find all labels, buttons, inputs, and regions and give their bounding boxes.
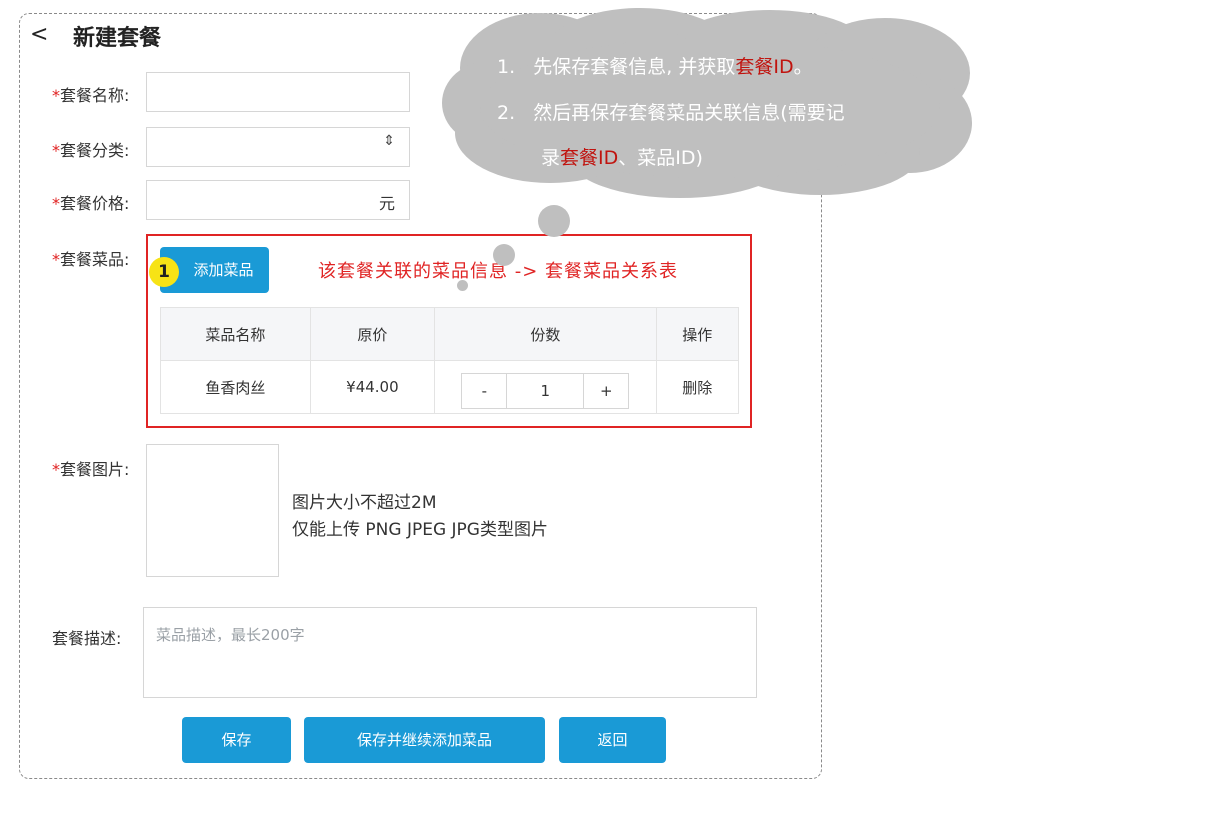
description-label: 套餐描述:: [52, 629, 122, 648]
dishes-label: *套餐菜品:: [52, 250, 130, 269]
col-action: 操作: [655, 307, 740, 361]
delete-link[interactable]: 删除: [682, 379, 712, 397]
callout-line-3: 录套餐ID、菜品ID): [541, 147, 703, 169]
page-title: 新建套餐: [73, 26, 162, 51]
thought-dot-medium: [493, 244, 515, 266]
category-select[interactable]: ⇕: [146, 127, 410, 167]
callout-line-1: 1. 先保存套餐信息, 并获取套餐ID。: [497, 56, 813, 78]
dish-name-cell: 鱼香肉丝: [160, 360, 311, 414]
action-cell: 删除: [655, 360, 740, 414]
required-mark: *: [52, 141, 60, 160]
dish-price-cell: ¥44.00: [309, 360, 436, 414]
image-hint-size: 图片大小不超过2M: [292, 493, 437, 513]
required-mark: *: [52, 460, 60, 479]
step-badge: 1: [149, 257, 179, 287]
price-input[interactable]: 元: [146, 180, 410, 220]
select-arrows-icon: ⇕: [383, 133, 395, 149]
quantity-stepper: - 1 +: [461, 373, 630, 409]
description-placeholder: 菜品描述，最长200字: [156, 626, 305, 644]
thought-dot-large: [538, 205, 570, 237]
dishes-table: 菜品名称 原价 份数 操作 鱼香肉丝 ¥44.00 - 1 + 删除: [160, 307, 740, 414]
return-button[interactable]: 返回: [559, 717, 666, 763]
required-mark: *: [52, 250, 60, 269]
qty-cell: - 1 +: [434, 360, 657, 414]
image-hint-types: 仅能上传 PNG JPEG JPG类型图片: [292, 520, 548, 540]
price-label: *套餐价格:: [52, 194, 130, 213]
increment-button[interactable]: +: [584, 374, 629, 408]
table-header-row: 菜品名称 原价 份数 操作: [160, 307, 740, 361]
image-label: *套餐图片:: [52, 460, 130, 479]
thought-dot-small: [457, 280, 468, 291]
quantity-input[interactable]: 1: [506, 374, 585, 408]
description-textarea[interactable]: 菜品描述，最长200字: [143, 607, 757, 698]
save-continue-button[interactable]: 保存并继续添加菜品: [304, 717, 545, 763]
image-upload-area[interactable]: [146, 444, 279, 577]
col-price: 原价: [309, 307, 436, 361]
required-mark: *: [52, 194, 60, 213]
back-chevron-icon[interactable]: <: [30, 22, 48, 47]
name-label: *套餐名称:: [52, 86, 130, 105]
required-mark: *: [52, 86, 60, 105]
col-qty: 份数: [434, 307, 657, 361]
category-label: *套餐分类:: [52, 141, 130, 160]
name-input[interactable]: [146, 72, 410, 112]
col-dish-name: 菜品名称: [160, 307, 311, 361]
price-unit: 元: [378, 194, 395, 213]
decrement-button[interactable]: -: [462, 374, 507, 408]
table-row: 鱼香肉丝 ¥44.00 - 1 + 删除: [160, 360, 740, 414]
callout-line-2: 2. 然后再保存套餐菜品关联信息(需要记: [497, 102, 845, 124]
save-button[interactable]: 保存: [182, 717, 291, 763]
